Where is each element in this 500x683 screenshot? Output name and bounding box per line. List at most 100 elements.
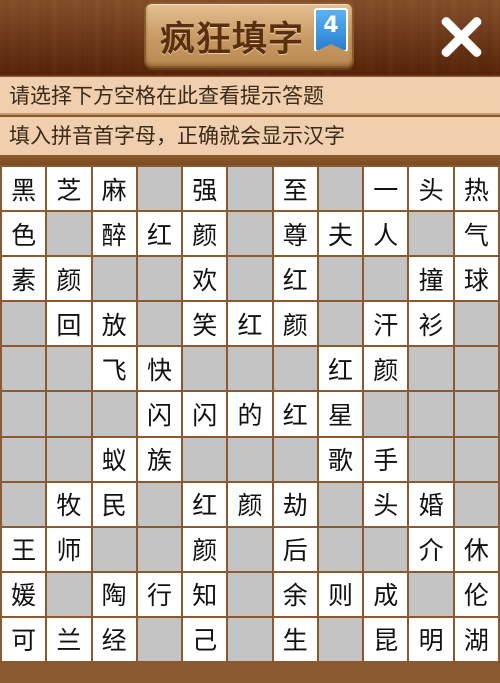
grid-block <box>454 347 498 391</box>
bottom-strip <box>0 662 500 683</box>
grid-cell[interactable]: 夫 <box>318 212 363 256</box>
grid-cell[interactable]: 闪 <box>137 392 182 436</box>
grid-block <box>228 347 272 391</box>
grid-cell[interactable]: 颜 <box>47 257 91 301</box>
grid-cell[interactable]: 红 <box>318 347 363 391</box>
grid-block <box>409 392 453 436</box>
grid-cell[interactable]: 湖 <box>454 617 498 661</box>
grid-cell[interactable]: 婚 <box>409 482 453 526</box>
grid-cell[interactable]: 红 <box>273 257 317 301</box>
grid-cell[interactable]: 闪 <box>183 392 227 436</box>
close-icon[interactable] <box>438 14 484 60</box>
crossword-grid: 黑芝麻强至一头热色醉红颜尊夫人气素颜欢红撞球回放笑红颜汗衫飞快红颜闪闪的红星蚁族… <box>1 166 499 662</box>
grid-cell[interactable]: 尊 <box>273 212 317 256</box>
grid-cell[interactable]: 红 <box>183 482 227 526</box>
grid-cell[interactable]: 素 <box>2 257 46 301</box>
grid-cell[interactable]: 红 <box>228 302 272 346</box>
grid-cell[interactable]: 经 <box>92 617 136 661</box>
grid-block <box>137 257 182 301</box>
grid-cell[interactable]: 生 <box>273 617 317 661</box>
divider <box>0 155 500 165</box>
grid-cell[interactable]: 一 <box>364 167 408 211</box>
grid-cell[interactable]: 撞 <box>409 257 453 301</box>
grid-block <box>228 617 272 661</box>
grid-cell[interactable]: 球 <box>454 257 498 301</box>
grid-cell[interactable]: 休 <box>454 527 498 571</box>
grid-cell[interactable]: 王 <box>2 527 46 571</box>
grid-cell[interactable]: 媛 <box>2 572 46 616</box>
grid-cell[interactable]: 后 <box>273 527 317 571</box>
grid-cell[interactable]: 星 <box>318 392 363 436</box>
grid-cell[interactable]: 手 <box>364 437 408 481</box>
grid-block <box>228 212 272 256</box>
grid-cell[interactable]: 的 <box>228 392 272 436</box>
grid-cell[interactable]: 放 <box>92 302 136 346</box>
grid-cell[interactable]: 知 <box>183 572 227 616</box>
grid-block <box>409 572 453 616</box>
grid-block <box>183 437 227 481</box>
grid-cell[interactable]: 飞 <box>92 347 136 391</box>
grid-cell[interactable]: 热 <box>454 167 498 211</box>
grid-cell[interactable]: 红 <box>137 212 182 256</box>
grid-cell[interactable]: 笑 <box>183 302 227 346</box>
grid-cell[interactable]: 歌 <box>318 437 363 481</box>
grid-block <box>318 482 363 526</box>
grid-block <box>228 167 272 211</box>
grid-cell[interactable]: 昆 <box>364 617 408 661</box>
grid-cell[interactable]: 师 <box>47 527 91 571</box>
grid-cell[interactable]: 余 <box>273 572 317 616</box>
grid-cell[interactable]: 强 <box>183 167 227 211</box>
grid-cell[interactable]: 颜 <box>273 302 317 346</box>
grid-block <box>47 572 91 616</box>
grid-cell[interactable]: 明 <box>409 617 453 661</box>
grid-block <box>2 482 46 526</box>
hint-line-1[interactable]: 请选择下方空格在此查看提示答题 <box>0 77 500 115</box>
grid-block <box>2 392 46 436</box>
grid-block <box>273 347 317 391</box>
grid-cell[interactable]: 成 <box>364 572 408 616</box>
grid-cell[interactable]: 麻 <box>92 167 136 211</box>
grid-block <box>318 527 363 571</box>
grid-cell[interactable]: 伦 <box>454 572 498 616</box>
grid-block <box>137 482 182 526</box>
grid-cell[interactable]: 至 <box>273 167 317 211</box>
grid-cell[interactable]: 头 <box>409 167 453 211</box>
grid-cell[interactable]: 则 <box>318 572 363 616</box>
grid-cell[interactable]: 介 <box>409 527 453 571</box>
grid-cell[interactable]: 快 <box>137 347 182 391</box>
grid-block <box>228 437 272 481</box>
grid-cell[interactable]: 人 <box>364 212 408 256</box>
grid-cell[interactable]: 欢 <box>183 257 227 301</box>
grid-block <box>318 257 363 301</box>
grid-cell[interactable]: 陶 <box>92 572 136 616</box>
grid-cell[interactable]: 族 <box>137 437 182 481</box>
grid-cell[interactable]: 醉 <box>92 212 136 256</box>
grid-block <box>2 437 46 481</box>
grid-cell[interactable]: 蚁 <box>92 437 136 481</box>
grid-cell[interactable]: 可 <box>2 617 46 661</box>
grid-cell[interactable]: 民 <box>92 482 136 526</box>
grid-cell[interactable]: 牧 <box>47 482 91 526</box>
grid-cell[interactable]: 颜 <box>228 482 272 526</box>
grid-cell[interactable]: 己 <box>183 617 227 661</box>
grid-cell[interactable]: 气 <box>454 212 498 256</box>
grid-cell[interactable]: 汗 <box>364 302 408 346</box>
grid-cell[interactable]: 红 <box>273 392 317 436</box>
grid-cell[interactable]: 行 <box>137 572 182 616</box>
grid-cell[interactable]: 黑 <box>2 167 46 211</box>
grid-cell[interactable]: 颜 <box>364 347 408 391</box>
grid-cell[interactable]: 衫 <box>409 302 453 346</box>
grid-cell[interactable]: 头 <box>364 482 408 526</box>
grid-cell[interactable]: 回 <box>47 302 91 346</box>
grid-cell[interactable]: 劫 <box>273 482 317 526</box>
grid-block <box>183 347 227 391</box>
grid-block <box>273 437 317 481</box>
grid-block <box>47 347 91 391</box>
grid-cell[interactable]: 兰 <box>47 617 91 661</box>
grid-cell[interactable]: 颜 <box>183 527 227 571</box>
grid-block <box>364 527 408 571</box>
grid-cell[interactable]: 色 <box>2 212 46 256</box>
grid-block <box>137 302 182 346</box>
grid-cell[interactable]: 颜 <box>183 212 227 256</box>
grid-cell[interactable]: 芝 <box>47 167 91 211</box>
